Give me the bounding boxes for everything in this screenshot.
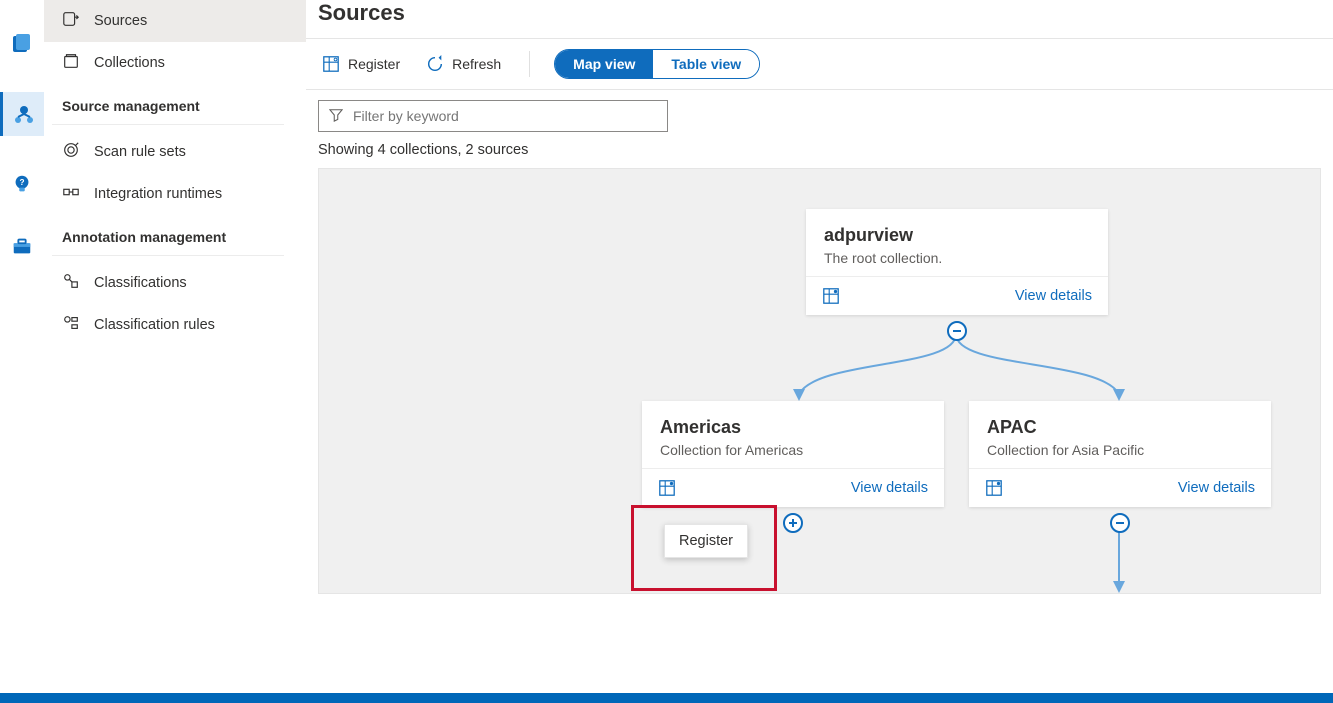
integration-icon [62,183,80,205]
section-source-management: Source management [44,84,306,122]
collapse-button-apac[interactable] [1110,513,1130,533]
card-root[interactable]: adpurview The root collection. View deta… [806,209,1108,315]
card-description: Collection for Americas [660,442,926,458]
collapse-button-root[interactable] [947,321,967,341]
nav-label: Classification rules [94,317,215,333]
source-icon [62,10,80,32]
database-icon [10,32,34,56]
rail-data-map[interactable] [0,92,44,136]
nav-label: Sources [94,13,147,29]
register-context-menu[interactable]: Register [664,524,748,558]
card-apac[interactable]: APAC Collection for Asia Pacific View de… [969,401,1271,507]
classification-icon [62,272,80,294]
page-title: Sources [306,0,1333,38]
nav-scan-rule-sets[interactable]: Scan rule sets [44,131,306,173]
view-toggle: Map view Table view [554,49,760,79]
map-canvas[interactable]: adpurview The root collection. View deta… [318,168,1321,594]
nav-sources[interactable]: Sources [44,0,306,42]
nav-label: Classifications [94,275,187,291]
side-nav: Sources Collections Source management Sc… [44,0,306,594]
refresh-icon [426,55,444,73]
nav-label: Integration runtimes [94,186,222,202]
view-details-link[interactable]: View details [851,480,928,496]
classification-rules-icon [62,314,80,336]
rail-management[interactable] [8,232,36,260]
nav-label: Scan rule sets [94,144,186,160]
filter-input[interactable] [353,108,657,124]
collections-icon [62,52,80,74]
card-description: The root collection. [824,250,1090,266]
register-source-icon[interactable] [985,479,1003,497]
card-title: adpurview [824,225,1090,246]
rail-insights[interactable]: ? [8,170,36,198]
toolbar-separator [529,51,530,77]
view-details-link[interactable]: View details [1015,288,1092,304]
toolbox-icon [11,235,33,257]
register-source-icon[interactable] [822,287,840,305]
nav-integration-runtimes[interactable]: Integration runtimes [44,173,306,215]
nav-classifications[interactable]: Classifications [44,262,306,304]
toolbar: Register Refresh Map view Table view [306,38,1333,90]
filter-icon [329,108,343,125]
menu-item-label: Register [679,533,733,549]
register-icon [322,55,340,73]
nav-label: Collections [94,55,165,71]
button-label: Refresh [452,56,501,72]
button-label: Register [348,56,400,72]
filter-box[interactable] [318,100,668,132]
card-title: Americas [660,417,926,438]
rail-data-sources[interactable] [8,30,36,58]
divider [52,255,284,256]
lightbulb-icon: ? [11,173,33,195]
target-icon [62,141,80,163]
filter-row [306,90,1333,138]
card-americas[interactable]: Americas Collection for Americas View de… [642,401,944,507]
results-summary: Showing 4 collections, 2 sources [306,138,1333,168]
svg-text:?: ? [19,178,24,187]
table-view-pill[interactable]: Table view [653,50,759,78]
nav-classification-rules[interactable]: Classification rules [44,304,306,346]
divider [52,124,284,125]
refresh-button[interactable]: Refresh [422,53,505,75]
section-annotation-management: Annotation management [44,215,306,253]
view-details-link[interactable]: View details [1178,480,1255,496]
card-title: APAC [987,417,1253,438]
register-source-icon[interactable] [658,479,676,497]
main-content: Sources Register Refresh Map view Table … [306,0,1333,594]
left-rail: ? [0,0,44,594]
register-button[interactable]: Register [318,53,404,75]
map-view-pill[interactable]: Map view [555,50,653,78]
expand-button-americas[interactable] [783,513,803,533]
map-icon [12,102,36,126]
nav-collections[interactable]: Collections [44,42,306,84]
card-description: Collection for Asia Pacific [987,442,1253,458]
footer-bar [0,693,1333,703]
